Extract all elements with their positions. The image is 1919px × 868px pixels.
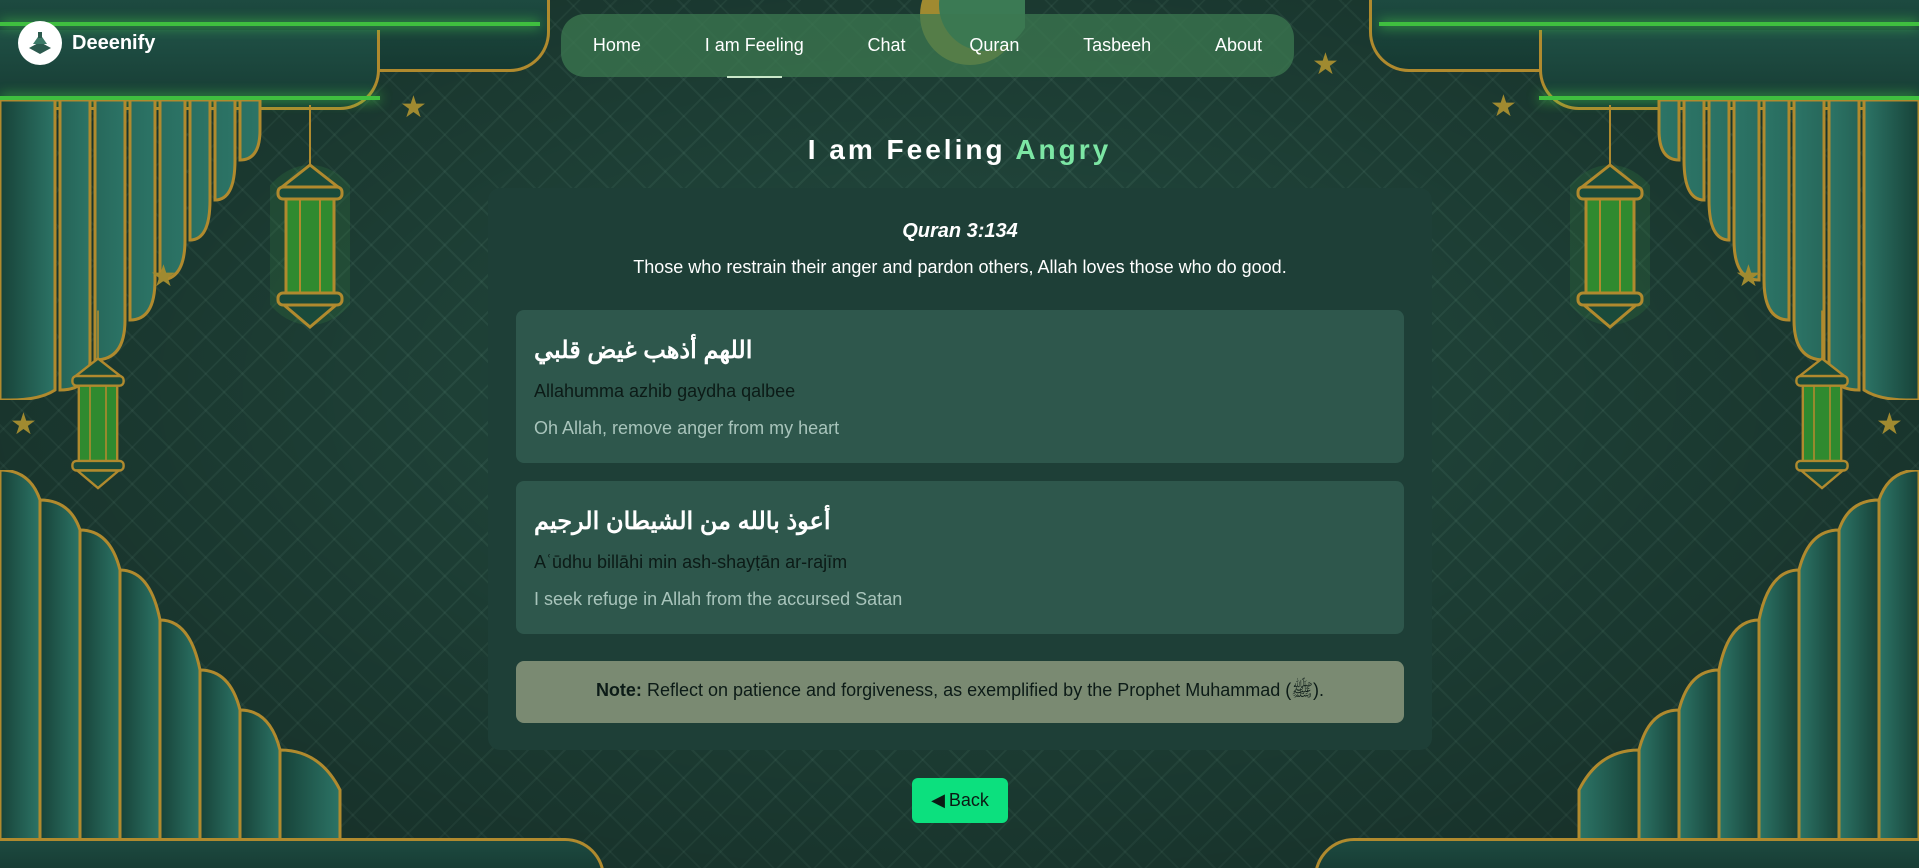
quran-reference: Quran 3:134: [902, 220, 1018, 242]
main-nav: Home I am Feeling Chat Quran Tasbeeh Abo…: [561, 14, 1294, 78]
curtain-bottom-left: [0, 470, 342, 840]
note-text: Reflect on patience and forgiveness, as …: [641, 680, 1325, 700]
title-emotion: Angry: [1015, 134, 1112, 165]
nav-item-tasbeeh[interactable]: Tasbeeh: [1079, 29, 1155, 62]
dua-card: اللهم أذهب غيض قلبي Allahumma azhib gayd…: [516, 310, 1404, 463]
star-icon: ★: [150, 260, 177, 293]
brand[interactable]: Deeenify: [18, 21, 155, 65]
star-icon: ★: [1490, 90, 1517, 123]
dua-arabic: اللهم أذهب غيض قلبي: [534, 337, 753, 364]
quran-verse: Those who restrain their anger and pardo…: [633, 257, 1287, 277]
nav-item-i-am-feeling[interactable]: I am Feeling: [701, 29, 808, 78]
nav-item-chat[interactable]: Chat: [864, 29, 910, 62]
nav-item-home[interactable]: Home: [589, 29, 645, 62]
back-arrow-icon: ◀: [931, 790, 945, 810]
logo-icon: [18, 21, 62, 65]
dua-card: أعوذ بالله من الشيطان الرجيم Aʿūdhu bill…: [516, 481, 1404, 634]
curtain-bottom-right: [1577, 470, 1919, 840]
lantern-icon: [71, 310, 125, 490]
note-label: Note:: [595, 680, 642, 700]
dua-meaning: Oh Allah, remove anger from my heart: [534, 418, 840, 438]
content-panel: Quran 3:134 Those who restrain their ang…: [488, 188, 1432, 750]
nav-item-about[interactable]: About: [1211, 29, 1266, 62]
glow-strip-right: [1379, 22, 1919, 26]
title-prefix: I am Feeling: [807, 134, 1006, 165]
dua-arabic: أعوذ بالله من الشيطان الرجيم: [534, 508, 831, 535]
star-icon: ★: [10, 408, 37, 441]
star-icon: ★: [400, 91, 427, 124]
star-icon: ★: [1312, 48, 1339, 81]
star-icon: ★: [1876, 408, 1903, 441]
star-icon: ★: [1735, 260, 1762, 293]
bottom-arch-right: [1314, 838, 1919, 868]
nav-item-quran[interactable]: Quran: [965, 29, 1023, 62]
dua-transliteration: Aʿūdhu billāhi min ash-shayṭān ar-rajīm: [534, 552, 848, 572]
dua-meaning: I seek refuge in Allah from the accursed…: [534, 589, 903, 609]
note-box: Note: Reflect on patience and forgivenes…: [516, 661, 1404, 723]
bottom-arch-left: [0, 838, 605, 868]
lantern-icon: [1795, 310, 1849, 490]
page-title: I am Feeling Angry: [0, 134, 1919, 166]
dua-transliteration: Allahumma azhib gaydha qalbee: [534, 381, 796, 401]
back-button[interactable]: ◀ Back: [912, 778, 1008, 823]
back-label: Back: [948, 790, 989, 810]
brand-name: Deeenify: [72, 31, 156, 54]
